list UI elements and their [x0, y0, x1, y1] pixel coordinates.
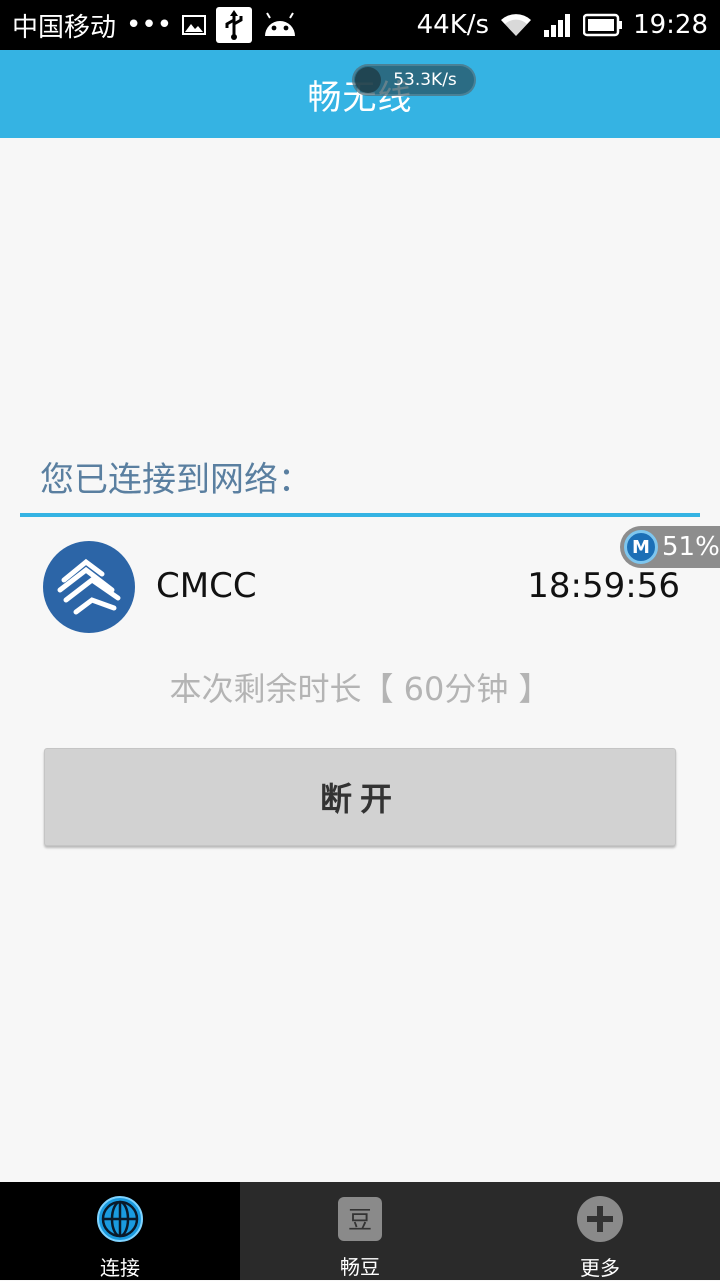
svg-text:豆: 豆 — [348, 1206, 372, 1234]
disconnect-button[interactable]: 断开 — [44, 748, 676, 846]
clock: 19:28 — [633, 10, 708, 40]
battery-icon — [583, 13, 623, 37]
tab-more-label: 更多 — [580, 1256, 620, 1280]
usb-icon — [216, 7, 253, 43]
status-bar: 中国移动 ••• 44K/s 19:28 — [0, 0, 720, 50]
network-name: CMCC — [156, 566, 257, 606]
bean-icon: 豆 — [335, 1194, 385, 1243]
wifi-icon — [499, 12, 533, 38]
signal-icon — [543, 12, 573, 38]
speed-overlay-value: 53.3K/s — [393, 70, 457, 90]
shield-m-icon: M — [624, 530, 658, 564]
tab-beans-label: 畅豆 — [340, 1255, 380, 1279]
tab-connect[interactable]: 连接 — [0, 1182, 240, 1280]
china-mobile-logo-icon — [42, 540, 136, 634]
carrier-name: 中国移动 — [12, 12, 117, 43]
speed-overlay-pill[interactable]: 53.3K/s — [352, 64, 476, 96]
overlay-battery-badge[interactable]: M 51% — [620, 526, 720, 568]
bottom-navigation: 连接 豆 畅豆 更多 — [0, 1182, 720, 1280]
more-notifications-dots: ••• — [126, 10, 173, 40]
tab-more[interactable]: 更多 — [480, 1182, 720, 1280]
connection-time: 18:59:56 — [527, 566, 680, 606]
remaining-time: 本次剩余时长【 60分钟 】 — [169, 670, 551, 708]
speed-overlay-dot — [355, 67, 381, 93]
android-icon — [262, 12, 298, 38]
connected-label: 您已连接到网络： — [40, 460, 312, 500]
tab-connect-label: 连接 — [100, 1256, 140, 1280]
network-speed: 44K/s — [416, 10, 490, 40]
tab-beans[interactable]: 豆 畅豆 — [240, 1182, 480, 1280]
globe-icon — [95, 1194, 145, 1244]
divider — [20, 513, 700, 517]
plus-icon — [575, 1194, 625, 1244]
image-icon — [182, 15, 207, 35]
overlay-percent: 51% — [662, 532, 720, 562]
